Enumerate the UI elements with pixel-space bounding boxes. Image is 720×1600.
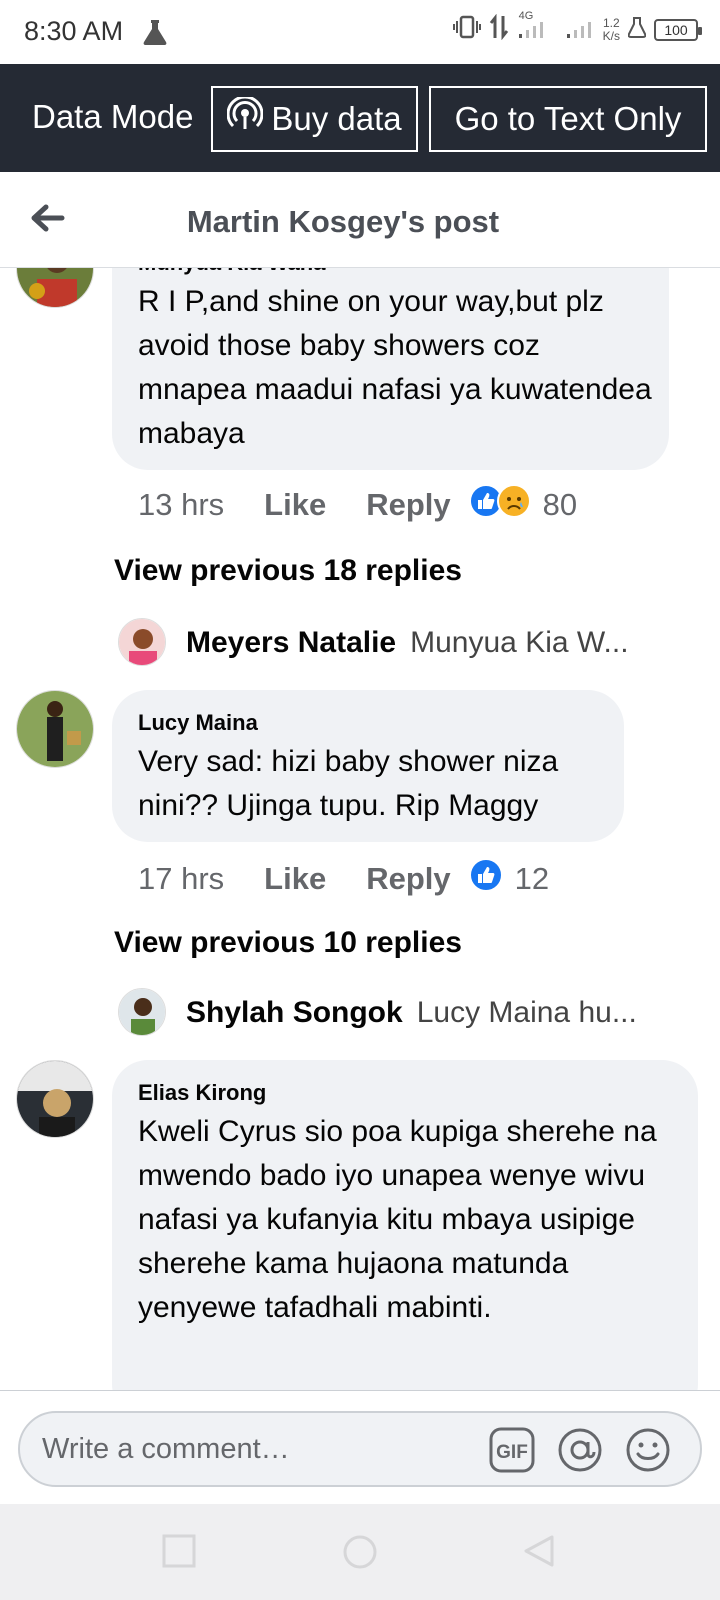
view-previous-replies[interactable]: View previous 10 replies [114, 926, 462, 960]
recent-apps-icon[interactable] [162, 1534, 196, 1573]
reactions[interactable] [468, 484, 531, 526]
nav-back-icon[interactable] [522, 1534, 556, 1573]
comment-author[interactable]: Munyua Kia Wana [138, 268, 325, 276]
emoji-icon[interactable] [624, 1426, 672, 1474]
text-only-label: Go to Text Only [454, 100, 682, 137]
data-mode-label: Data Mode [32, 98, 194, 135]
avatar[interactable] [118, 988, 166, 1036]
comment-bubble[interactable]: Elias Kirong Kweli Cyrus sio poa kupiga … [112, 1060, 698, 1390]
battery-level: 100 [664, 21, 688, 38]
battery-icon: 100 [654, 18, 702, 41]
buy-data-button[interactable]: Buy data [211, 86, 418, 152]
vibrate-icon [452, 15, 481, 44]
data-mode-bar: Data Mode Buy data Go to Text Only [0, 64, 720, 172]
mention-icon[interactable] [556, 1426, 604, 1474]
comment-meta: 13 hrs Like Reply 80 [138, 484, 577, 526]
reaction-count: 12 [514, 861, 550, 896]
comment-composer: Write a comment… GIF [0, 1390, 720, 1504]
reactions[interactable] [468, 858, 503, 900]
like-button[interactable]: Like [264, 487, 326, 523]
avatar[interactable] [16, 690, 94, 768]
gif-icon[interactable]: GIF [488, 1426, 536, 1474]
comment-time: 17 hrs [138, 861, 225, 896]
view-previous-replies[interactable]: View previous 18 replies [114, 554, 462, 588]
speed-unit: K/s [602, 28, 620, 43]
broadcast-icon [226, 95, 264, 141]
avatar[interactable] [16, 1060, 94, 1138]
reply-button[interactable]: Reply [366, 861, 450, 897]
system-nav-bar [0, 1504, 720, 1600]
comment-time: 13 hrs [138, 487, 225, 522]
gif-text: GIF [496, 1442, 528, 1463]
avatar[interactable] [16, 268, 94, 308]
flask-icon [142, 18, 168, 51]
page-title: Martin Kosgey's post [186, 204, 500, 239]
comment-bubble[interactable]: Munyua Kia Wana R I P,and shine on your … [112, 268, 669, 470]
reply-preview: Munyua Kia W... [410, 626, 629, 659]
flask-icon-small [627, 16, 647, 43]
network-speed: 1.2 K/s [602, 15, 620, 43]
comment-text: Kweli Cyrus sio poa kupiga sherehe na mw… [138, 1115, 657, 1324]
reply-button[interactable]: Reply [366, 487, 450, 523]
status-icons: 4G 1.2 K/s 100 [452, 10, 702, 45]
latest-reply[interactable]: Meyers Natalie Munyua Kia W... [186, 626, 629, 660]
data-arrows-icon [489, 13, 509, 45]
comment-text: R I P,and shine on your way,but plz avoi… [138, 285, 652, 450]
signal-icon-2 [565, 14, 595, 45]
like-reaction-icon [468, 858, 503, 900]
sad-reaction-icon [496, 484, 531, 526]
reply-author[interactable]: Meyers Natalie [186, 626, 396, 659]
like-button[interactable]: Like [264, 861, 326, 897]
reply-preview: Lucy Maina hu... [416, 996, 637, 1029]
reaction-count: 80 [542, 487, 578, 522]
text-only-button[interactable]: Go to Text Only [429, 86, 707, 152]
signal-icon: 4G [517, 10, 557, 45]
comments-list[interactable]: Munyua Kia Wana R I P,and shine on your … [0, 268, 720, 1390]
latest-reply[interactable]: Shylah Songok Lucy Maina hu... [186, 996, 637, 1030]
status-bar: 8:30 AM 4G 1.2 K/s 100 [0, 0, 720, 64]
network-type: 4G [518, 10, 534, 22]
status-time: 8:30 AM [24, 16, 124, 46]
comment-bubble[interactable]: Lucy Maina Very sad: hizi baby shower ni… [112, 690, 624, 842]
comment-text: Very sad: hizi baby shower niza nini?? U… [138, 745, 559, 822]
buy-data-label: Buy data [271, 100, 402, 137]
avatar[interactable] [118, 618, 166, 666]
comment-author[interactable]: Elias Kirong [138, 1080, 266, 1106]
comment-placeholder: Write a comment… [42, 1433, 290, 1465]
speed-value: 1.2 [602, 15, 620, 30]
comment-meta: 17 hrs Like Reply 12 [138, 858, 549, 900]
home-icon[interactable] [342, 1534, 378, 1575]
reply-author[interactable]: Shylah Songok [186, 996, 403, 1029]
comment-input[interactable]: Write a comment… GIF [18, 1411, 702, 1487]
post-header: Martin Kosgey's post [0, 172, 720, 268]
comment-author[interactable]: Lucy Maina [138, 710, 258, 736]
